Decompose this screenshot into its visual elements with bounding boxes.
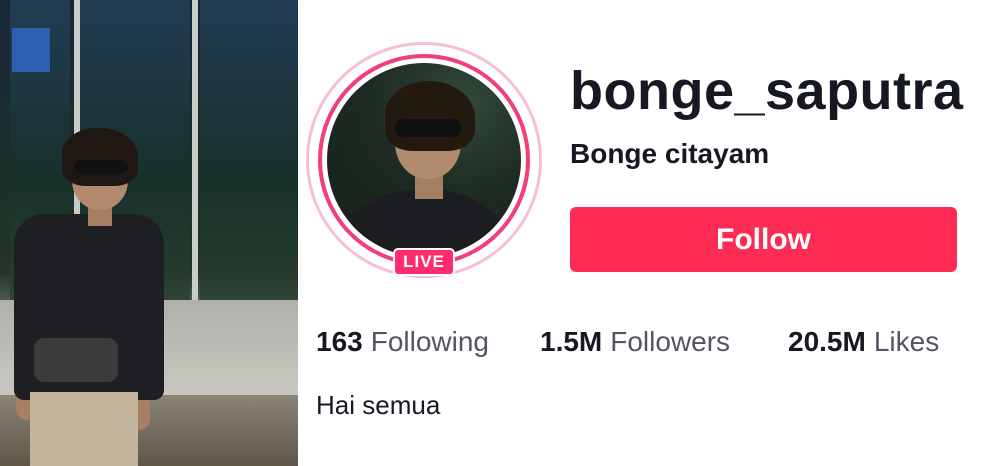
likes-label: Likes [873, 326, 940, 357]
window-frame [192, 0, 198, 300]
following-label: Following [370, 326, 489, 357]
sunglasses [74, 160, 128, 174]
avatar[interactable] [327, 63, 521, 257]
likes-count: 20.5M [788, 326, 866, 357]
profile-photo [0, 0, 298, 466]
blue-sign [12, 28, 50, 72]
live-badge[interactable]: LIVE [393, 248, 455, 276]
following-count: 163 [316, 326, 363, 357]
followers-count: 1.5M [540, 326, 603, 357]
avatar-shirt [345, 189, 505, 257]
avatar-hair [385, 81, 475, 151]
username: bonge_saputra [570, 61, 964, 121]
follow-button[interactable]: Follow [570, 207, 957, 272]
followers-label: Followers [610, 326, 731, 357]
stat-following[interactable]: 163 Following [316, 326, 489, 358]
bio: Hai semua [316, 390, 441, 420]
waist-bag [34, 338, 118, 382]
window-pane [200, 0, 298, 300]
stat-likes: 20.5M Likes [788, 326, 939, 358]
avatar-sunglasses [395, 119, 461, 137]
stat-followers[interactable]: 1.5M Followers [540, 326, 730, 358]
person-face-overlay [72, 148, 128, 210]
person-pants [30, 392, 138, 466]
nickname: Bonge citayam [570, 138, 770, 169]
